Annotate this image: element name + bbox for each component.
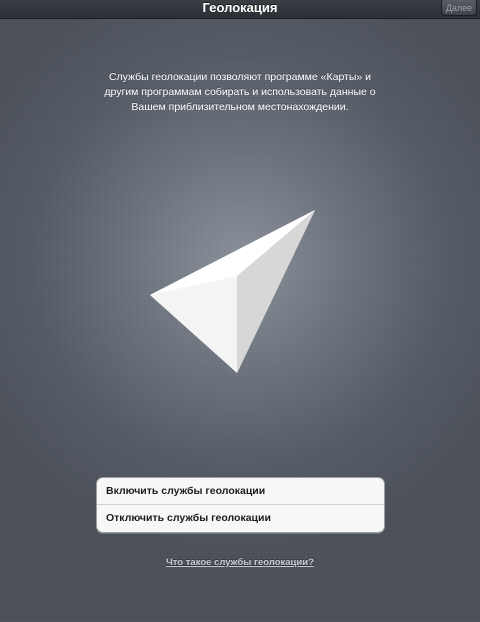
- location-arrow-icon: [150, 210, 315, 373]
- next-button[interactable]: Далее: [441, 0, 477, 16]
- navigation-bar: Геолокация Далее: [0, 0, 480, 19]
- description-text: Службы геолокации позволяют программе «К…: [104, 71, 376, 113]
- about-location-services-link[interactable]: Что такое службы геолокации?: [0, 557, 480, 568]
- location-services-screen: Геолокация Далее Службы геолокации позво…: [0, 0, 480, 622]
- location-options-group: Включить службы геолокации Отключить слу…: [96, 477, 385, 533]
- page-title: Геолокация: [202, 0, 278, 15]
- disable-location-services-button[interactable]: Отключить службы геолокации: [97, 505, 384, 532]
- enable-location-services-button[interactable]: Включить службы геолокации: [97, 478, 384, 505]
